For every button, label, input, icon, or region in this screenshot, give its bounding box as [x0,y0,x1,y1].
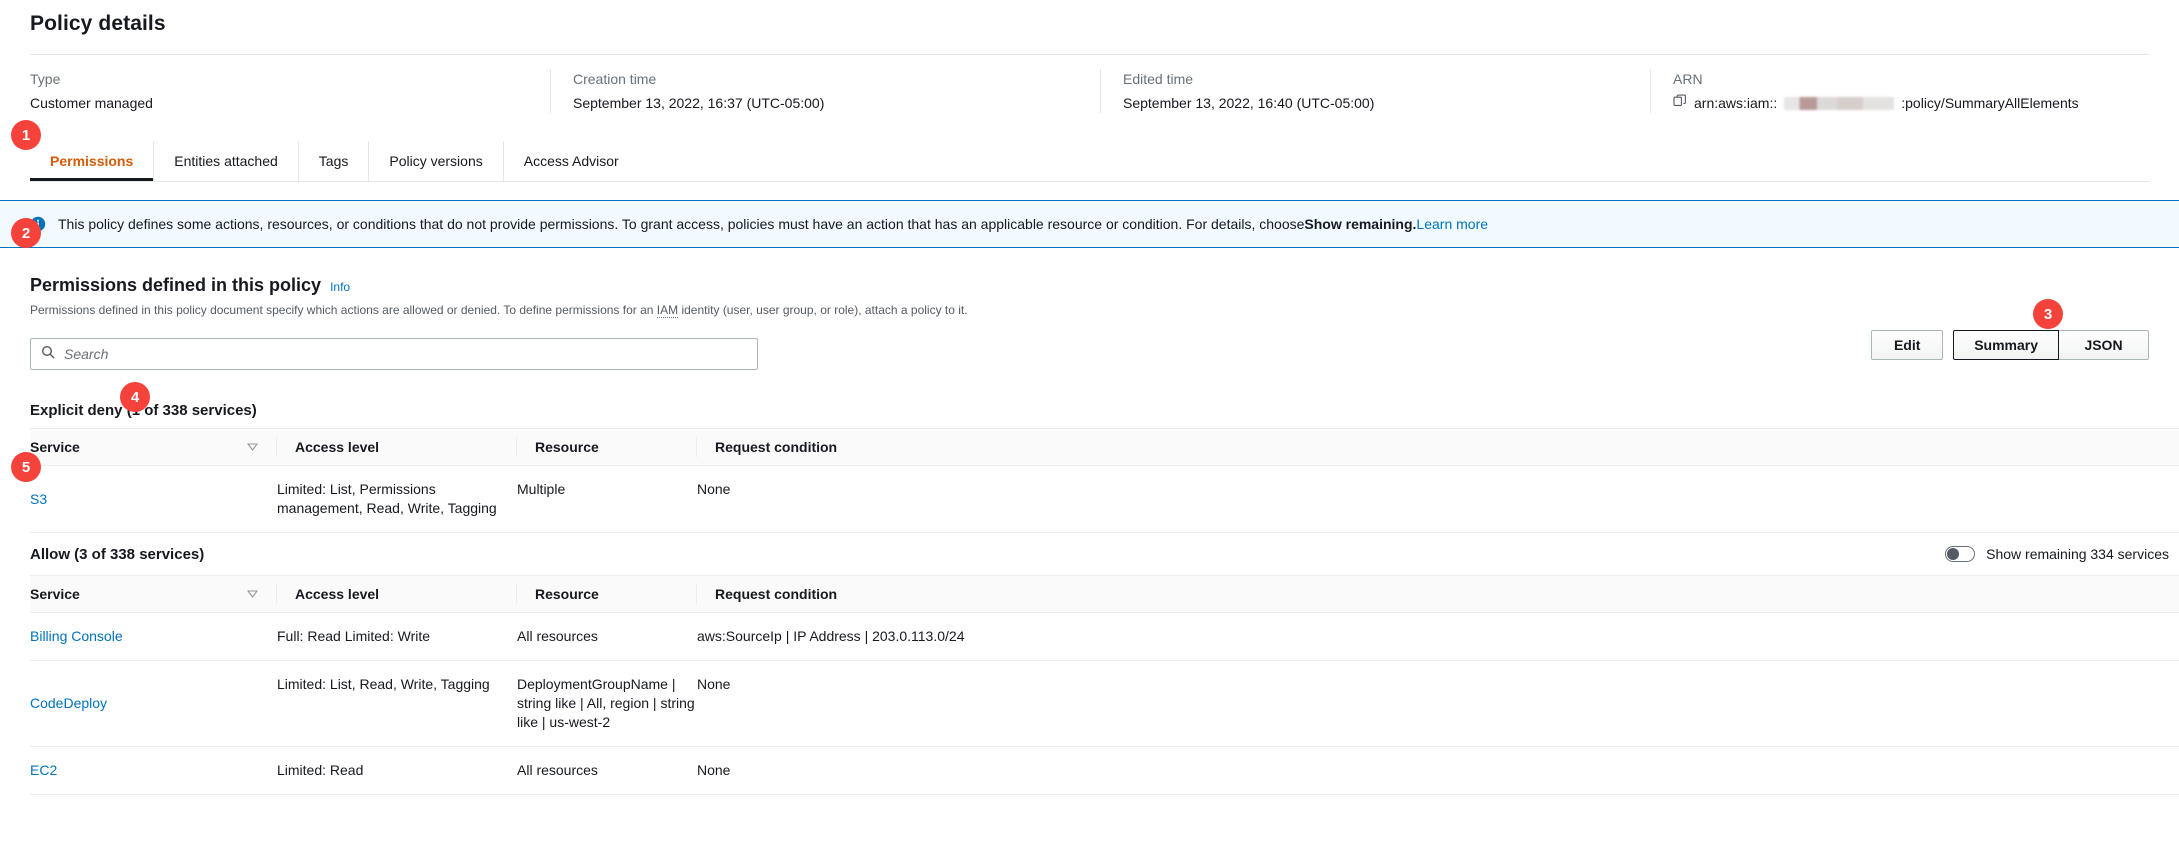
explicit-deny-caption: Explicit deny (1 of 338 services) [30,392,2179,428]
cell-access-level: Full: Read Limited: Write [277,613,517,660]
cell-request-condition: aws:SourceIp | IP Address | 203.0.113.0/… [697,613,1127,660]
tab-tags[interactable]: Tags [299,141,370,181]
explicit-deny-header-row: Service Access level Resource Request co… [30,428,2179,466]
callout-badge-2: 2 [11,218,41,248]
column-header-request-condition[interactable]: Request condition [697,584,1127,604]
arn-suffix: :policy/SummaryAllElements [1901,93,2078,113]
callout-badge-4: 4 [120,382,150,412]
metadata-edited-time: Edited time September 13, 2022, 16:40 (U… [1100,69,1650,113]
allow-caption: Allow (3 of 338 services) Show remaining… [30,533,2179,575]
section-description-part-2: identity (user, user group, or role), at… [678,303,967,317]
metadata-creation-time-label: Creation time [573,69,1078,89]
tab-permissions[interactable]: Permissions [30,141,154,181]
column-header-access-level[interactable]: Access level [277,437,517,457]
arn-prefix: arn:aws:iam:: [1694,93,1777,113]
cell-access-level: Limited: Read [277,747,517,794]
policy-tabs: Permissions Entities attached Tags Polic… [30,141,2149,182]
table-row[interactable]: Billing Console Full: Read Limited: Writ… [30,613,2179,661]
search-input[interactable]: Search [30,338,758,370]
metadata-creation-time: Creation time September 13, 2022, 16:37 … [550,69,1100,113]
metadata-creation-time-value: September 13, 2022, 16:37 (UTC-05:00) [573,93,1078,113]
cell-resource: DeploymentGroupName | string like | All,… [517,661,697,746]
column-header-resource[interactable]: Resource [517,437,697,457]
toggle-label: Show remaining 334 services [1986,546,2169,562]
cell-resource: All resources [517,747,697,794]
cell-request-condition: None [697,747,1127,794]
metadata-type: Type Customer managed [30,69,550,113]
table-row[interactable]: CodeDeploy Limited: List, Read, Write, T… [30,661,2179,747]
service-link-codedeploy[interactable]: CodeDeploy [30,694,107,713]
service-link-s3[interactable]: S3 [30,490,47,509]
search-icon [41,345,55,364]
search-placeholder: Search [64,346,108,362]
callout-badge-5: 5 [11,452,41,482]
cell-access-level: Limited: List, Read, Write, Tagging [277,661,517,746]
table-row[interactable]: EC2 Limited: Read All resources None [30,747,2179,795]
cell-service: S3 [30,466,277,532]
section-header: Permissions defined in this policy Info … [30,248,2179,318]
metadata-arn-label: ARN [1673,69,2098,89]
metadata-edited-time-label: Edited time [1123,69,1628,89]
column-header-service[interactable]: Service [30,437,277,457]
metadata-type-value: Customer managed [30,93,528,113]
callout-badge-1: 1 [11,120,41,150]
cell-request-condition: None [697,466,1127,532]
section-description-part-1: Permissions defined in this policy docum… [30,303,657,317]
alert-text-bold: Show remaining. [1304,216,1416,232]
permissions-section: Permissions defined in this policy Info … [30,248,2179,795]
sort-descending-icon[interactable] [247,586,258,602]
cell-service: Billing Console [30,613,277,660]
metadata-type-label: Type [30,69,528,89]
tab-entities-attached[interactable]: Entities attached [154,141,299,181]
alert-text-part-1: This policy defines some actions, resour… [58,216,1304,232]
column-header-resource[interactable]: Resource [517,584,697,604]
section-title: Permissions defined in this policy [30,274,321,296]
iam-abbr: IAM [657,303,678,318]
cell-resource: Multiple [517,466,697,532]
column-header-service-label: Service [30,439,80,455]
copy-icon[interactable] [1673,93,1687,113]
column-header-service[interactable]: Service [30,584,277,604]
toggle-switch[interactable] [1945,546,1975,562]
page-title: Policy details [0,0,2179,36]
cell-access-level: Limited: List, Permissions management, R… [277,466,517,532]
sort-descending-icon[interactable] [247,439,258,455]
callout-badge-3: 3 [2033,299,2063,329]
tab-policy-versions[interactable]: Policy versions [369,141,503,181]
service-link-billing-console[interactable]: Billing Console [30,627,123,646]
column-header-access-level[interactable]: Access level [277,584,517,604]
cell-service: CodeDeploy [30,661,277,746]
cell-service: EC2 [30,747,277,794]
policy-metadata-strip: Type Customer managed Creation time Sept… [30,55,2179,113]
section-description: Permissions defined in this policy docum… [30,302,968,318]
view-mode-buttons: Edit Summary JSON [1871,330,2149,360]
metadata-arn-value: arn:aws:iam:::policy/SummaryAllElements [1673,93,2098,113]
json-button[interactable]: JSON [2059,330,2149,360]
info-link[interactable]: Info [330,280,350,294]
toggle-knob [1947,548,1959,560]
arn-account-id-redacted [1784,97,1894,110]
metadata-edited-time-value: September 13, 2022, 16:40 (UTC-05:00) [1123,93,1628,113]
allow-caption-text: Allow (3 of 338 services) [30,546,204,563]
service-link-ec2[interactable]: EC2 [30,761,57,780]
info-alert: This policy defines some actions, resour… [0,200,2179,248]
cell-resource: All resources [517,613,697,660]
column-header-service-label: Service [30,586,80,602]
cell-request-condition: None [697,661,1127,746]
allow-table: Allow (3 of 338 services) Show remaining… [30,533,2179,795]
table-row[interactable]: S3 Limited: List, Permissions management… [30,466,2179,533]
metadata-arn: ARN arn:aws:iam:::policy/SummaryAllEleme… [1650,69,2120,113]
column-header-request-condition[interactable]: Request condition [697,437,1127,457]
summary-button[interactable]: Summary [1953,330,2059,360]
tab-access-advisor[interactable]: Access Advisor [504,141,639,181]
allow-header-row: Service Access level Resource Request co… [30,575,2179,613]
edit-button[interactable]: Edit [1871,330,1943,360]
show-remaining-services-toggle[interactable]: Show remaining 334 services [1945,546,2169,562]
learn-more-link[interactable]: Learn more [1416,216,1488,232]
explicit-deny-table: Explicit deny (1 of 338 services) Servic… [30,392,2179,533]
